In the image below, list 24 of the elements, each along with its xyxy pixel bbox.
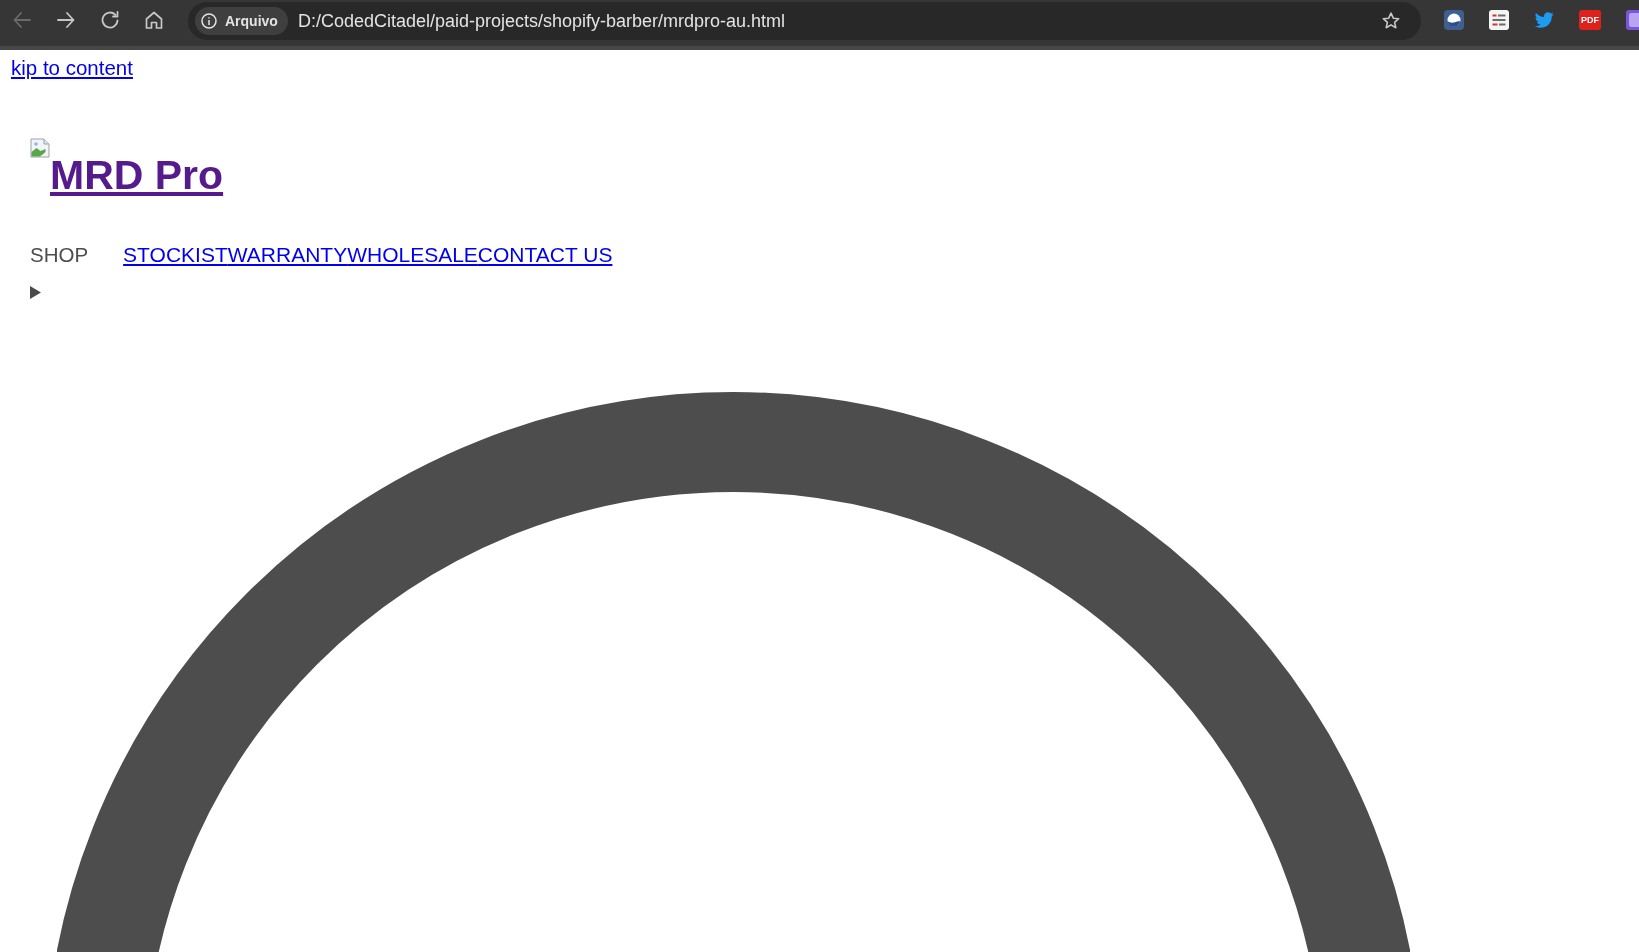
image-icon [30, 138, 50, 158]
reload-icon [101, 11, 119, 29]
star-icon [1382, 12, 1400, 30]
skip-link[interactable]: kip to content [11, 56, 133, 79]
swirl-circle-icon[interactable] [1444, 10, 1464, 30]
nav-menu-label[interactable]: SHOP [30, 243, 89, 267]
nav-link[interactable]: CONTACT US [477, 243, 613, 267]
triangle-icon[interactable] [30, 286, 42, 299]
list-icon[interactable] [1489, 10, 1509, 30]
nav-link[interactable]: WHOLESALE [347, 243, 478, 267]
address-bar[interactable]: Arquivo D:/CodedCitadel/paid-projects/shopify-barber/mrdpro-au.html [188, 2, 1421, 40]
arrow-right-icon [57, 11, 75, 29]
ring-icon [57, 392, 1410, 952]
tile-icon[interactable] [1626, 10, 1639, 30]
logo-link[interactable]: MRD Pro [30, 138, 224, 198]
pdf-extension-button[interactable]: PDF [1579, 10, 1601, 30]
arrow-left-icon [13, 11, 31, 29]
nav-link[interactable]: STOCKIST [123, 243, 228, 267]
bird-icon[interactable] [1534, 11, 1554, 29]
url-field[interactable]: D:/CodedCitadel/paid-projects/shopify-barber/mrdpro-au.html [297, 7, 1376, 35]
info-icon [201, 13, 217, 29]
site-info-button[interactable]: Arquivo [195, 7, 288, 35]
nav-link[interactable]: WARRANTY [227, 243, 348, 267]
home-icon [145, 11, 163, 29]
